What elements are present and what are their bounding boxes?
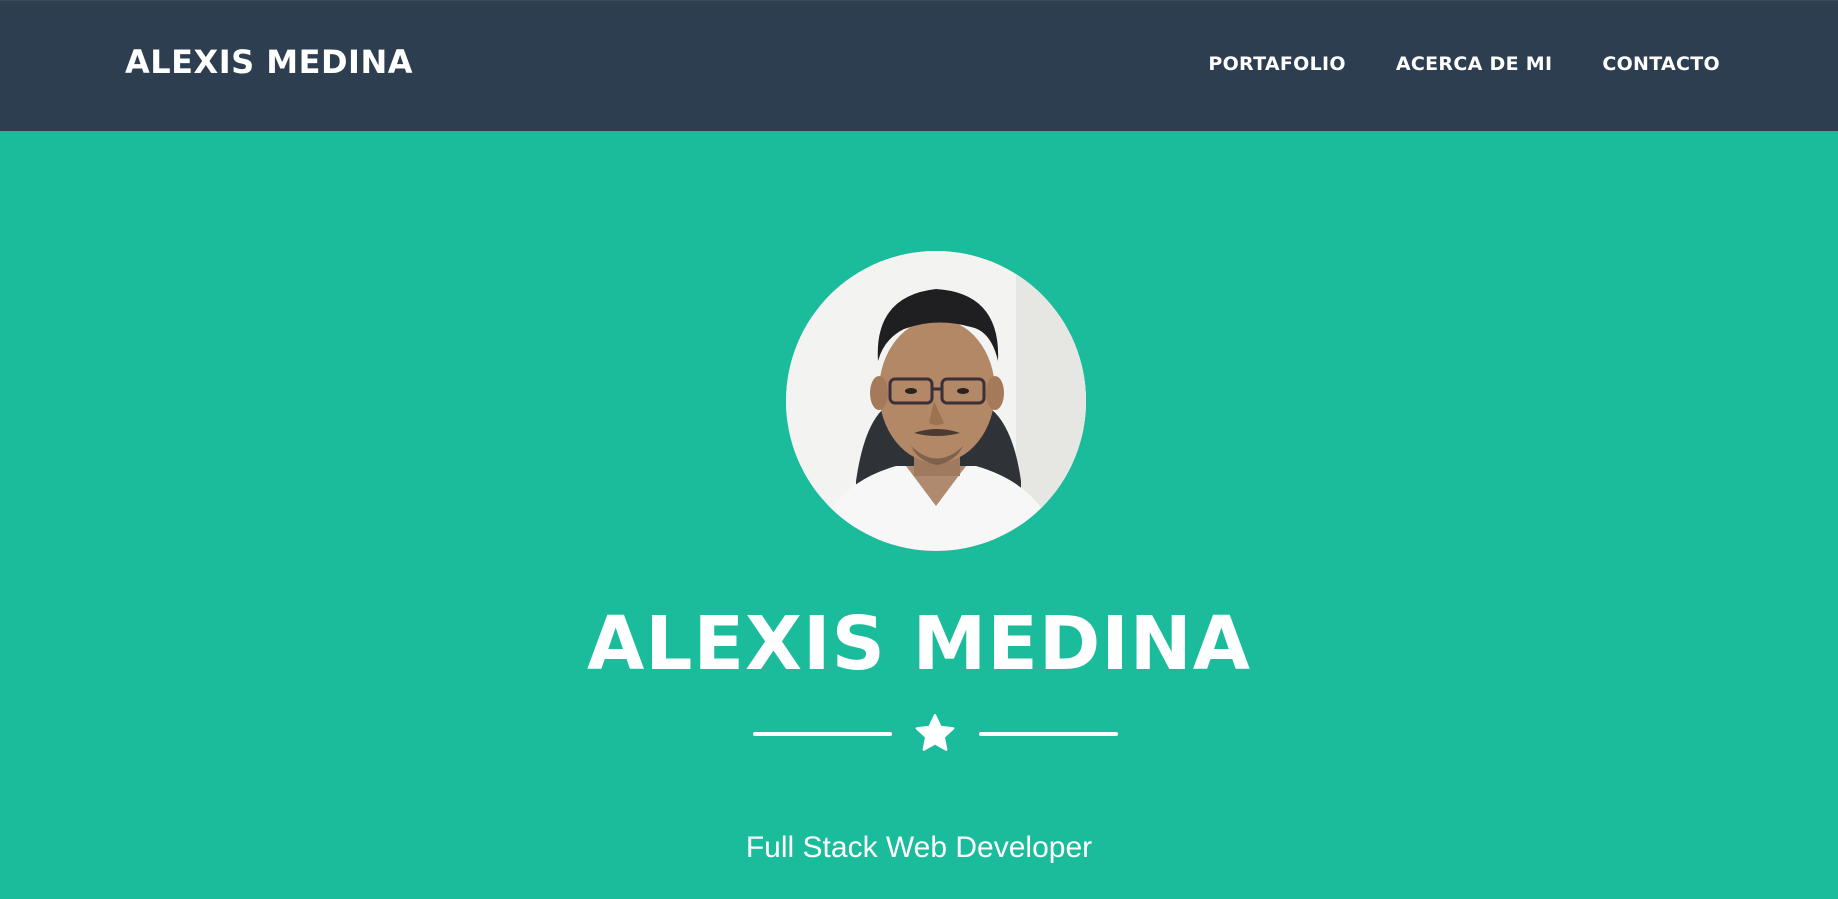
profile-avatar	[786, 251, 1086, 551]
hero-subtitle: Full Stack Web Developer	[745, 831, 1093, 864]
masthead: ALEXIS MEDINA Full Stack Web Developer	[0, 131, 1838, 899]
nav-link-contacto[interactable]: CONTACTO	[1602, 53, 1720, 75]
nav-link-portafolio[interactable]: PORTAFOLIO	[1208, 53, 1346, 75]
nav-link-acerca-de-mi[interactable]: ACERCA DE MI	[1396, 53, 1552, 75]
profile-photo	[786, 251, 1086, 551]
navbar: ALEXIS MEDINA PORTAFOLIO ACERCA DE MI CO…	[0, 0, 1838, 131]
brand-link[interactable]: ALEXIS MEDINA	[125, 43, 413, 81]
star-icon	[915, 714, 955, 751]
hero-title: ALEXIS MEDINA	[587, 601, 1251, 687]
star-divider	[0, 711, 1838, 755]
divider-line-left	[753, 732, 892, 736]
divider-line-right	[979, 732, 1118, 736]
nav-links: PORTAFOLIO ACERCA DE MI CONTACTO	[1208, 53, 1720, 75]
